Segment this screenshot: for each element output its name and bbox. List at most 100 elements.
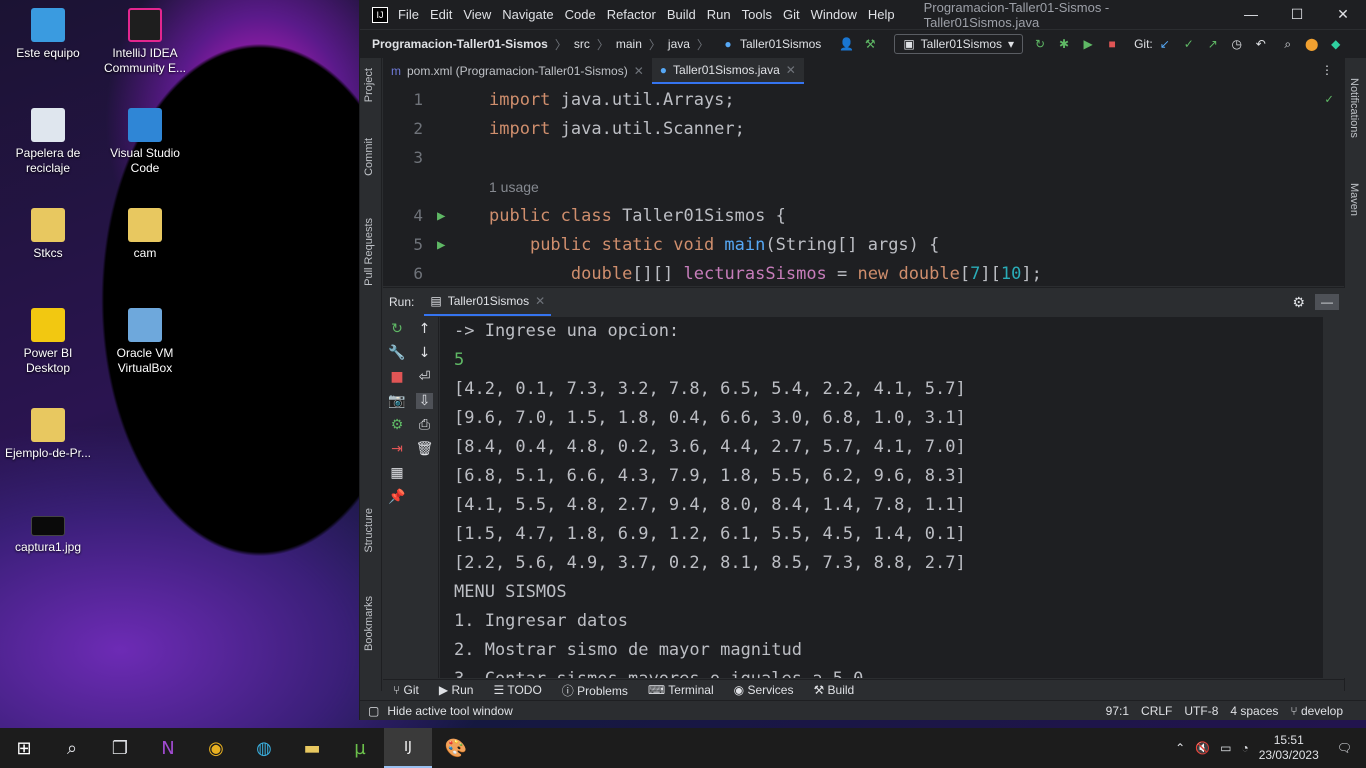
breadcrumb-src[interactable]: src [574, 37, 590, 51]
desktop-icon-intellij[interactable]: IntelliJ IDEA Community E... [97, 8, 193, 76]
code-line[interactable]: import java.util.Scanner; [489, 119, 745, 139]
paint-icon[interactable]: 🎨 [432, 728, 480, 768]
tool-tab-todo[interactable]: ☰ TODO [493, 683, 541, 697]
menu-file[interactable]: File [398, 7, 419, 22]
coverage-icon[interactable]: ▶ [1081, 37, 1095, 51]
user-icon[interactable]: 👤 [839, 37, 854, 51]
desktop-icon-este-equipo[interactable]: Este equipo [0, 8, 96, 61]
menu-git[interactable]: Git [783, 7, 800, 22]
git-commit-icon[interactable]: ✓ [1182, 37, 1196, 51]
ide-logo-icon[interactable]: ◆ [1329, 37, 1343, 51]
soft-wrap-icon[interactable]: ⏎ [419, 369, 431, 385]
code-line[interactable]: public class Taller01Sismos { [489, 206, 786, 226]
usage-hint[interactable]: 1 usage [489, 179, 539, 195]
menu-help[interactable]: Help [868, 7, 895, 22]
git-update-icon[interactable]: ↙ [1158, 37, 1172, 51]
menu-tools[interactable]: Tools [742, 7, 772, 22]
breadcrumb-project[interactable]: Programacion-Taller01-Sismos [372, 37, 548, 51]
clock[interactable]: 15:51 23/03/2023 [1259, 733, 1319, 763]
tool-tab-terminal[interactable]: ⌨ Terminal [648, 683, 714, 697]
wifi-icon[interactable]: ◔ [1241, 741, 1248, 755]
hide-tool-window-icon[interactable]: ▢ [368, 704, 379, 718]
menu-code[interactable]: Code [565, 7, 596, 22]
notifications-icon[interactable]: 🗨 [1337, 741, 1352, 755]
search-icon[interactable]: ⌕ [1281, 37, 1295, 51]
desktop-icon-stkcs[interactable]: Stkcs [0, 208, 96, 261]
run-configuration-select[interactable]: ▣ Taller01Sismos ▾ [894, 34, 1024, 54]
wrench-icon[interactable]: 🔧 [388, 345, 405, 361]
arrow-down-icon[interactable]: ↓ [419, 345, 431, 361]
settings-run-icon[interactable]: ⚙ [391, 417, 404, 433]
history-icon[interactable]: ◷ [1230, 37, 1244, 51]
tool-bookmarks[interactable]: Bookmarks [363, 596, 375, 651]
breadcrumb-main[interactable]: main [616, 37, 642, 51]
maximize-button[interactable]: ☐ [1274, 6, 1320, 23]
intellij-taskbar-icon[interactable]: IJ [384, 728, 432, 768]
menu-build[interactable]: Build [667, 7, 696, 22]
tool-tab-services[interactable]: ◉ Services [734, 683, 794, 697]
tool-pull-requests[interactable]: Pull Requests [363, 218, 375, 286]
desktop-icon-powerbi[interactable]: Power BI Desktop [0, 308, 96, 376]
debug-icon[interactable]: ✱ [1057, 37, 1071, 51]
tool-project[interactable]: Project [363, 68, 375, 102]
desktop-icon-captura[interactable]: captura1.jpg [0, 508, 96, 555]
task-view-icon[interactable]: ❐ [96, 728, 144, 768]
breadcrumb-java[interactable]: java [668, 37, 690, 51]
console-output[interactable]: -> Ingrese una opcion: 5 [4.2, 0.1, 7.3,… [440, 317, 1323, 678]
tool-maven[interactable]: Maven [1348, 183, 1360, 216]
chevron-up-icon[interactable]: ⌃ [1175, 741, 1185, 755]
layout-icon[interactable]: ▦ [390, 465, 403, 481]
tool-structure[interactable]: Structure [363, 508, 375, 553]
stop-icon[interactable]: ■ [390, 369, 403, 385]
close-tab-icon[interactable]: ✕ [634, 64, 644, 78]
desktop-icon-virtualbox[interactable]: Oracle VM VirtualBox [97, 308, 193, 376]
desktop-icon-recycle-bin[interactable]: Papelera de reciclaje [0, 108, 96, 176]
menu-window[interactable]: Window [811, 7, 857, 22]
chrome-icon[interactable]: ◉ [192, 728, 240, 768]
code-line[interactable]: double[][] lecturasSismos = new double[7… [489, 264, 1042, 284]
start-button[interactable]: ⊞ [0, 728, 48, 768]
hammer-icon[interactable]: ⚒ [863, 37, 877, 51]
tab-taller01sismos-java[interactable]: ● Taller01Sismos.java ✕ [651, 58, 804, 84]
indent-setting[interactable]: 4 spaces [1230, 704, 1278, 718]
file-encoding[interactable]: UTF-8 [1184, 704, 1218, 718]
close-tab-icon[interactable]: ✕ [786, 63, 796, 77]
rerun-icon[interactable]: ↻ [1033, 37, 1047, 51]
file-explorer-icon[interactable]: ▬ [288, 728, 336, 768]
menu-view[interactable]: View [463, 7, 491, 22]
trash-icon[interactable]: 🗑 [416, 441, 434, 457]
breadcrumb-class[interactable]: Taller01Sismos [740, 37, 821, 51]
run-gutter-icon[interactable]: ▶ [437, 237, 445, 253]
print-icon[interactable]: ⎙ [419, 417, 430, 433]
menu-run[interactable]: Run [707, 7, 731, 22]
arrow-up-icon[interactable]: ↑ [419, 321, 431, 337]
onenote-icon[interactable]: N [144, 728, 192, 768]
intellij-logo-icon[interactable]: IJ [372, 6, 388, 23]
code-line[interactable]: import java.util.Arrays; [489, 90, 735, 110]
pin-icon[interactable]: 📌 [388, 489, 405, 505]
menu-navigate[interactable]: Navigate [502, 7, 553, 22]
inspection-ok-icon[interactable]: ✓ [1325, 92, 1333, 107]
tool-tab-problems[interactable]: ⓘ Problems [562, 682, 628, 699]
scroll-to-end-icon[interactable]: ⇩ [415, 393, 434, 409]
rollback-icon[interactable]: ↶ [1254, 37, 1268, 51]
desktop-icon-cam[interactable]: cam [97, 208, 193, 261]
code-line[interactable]: public static void main(String[] args) { [489, 235, 939, 255]
close-button[interactable]: ✕ [1320, 6, 1366, 23]
code-editor[interactable]: 1 import java.util.Arrays; ✓ 2 import java.… [383, 85, 1345, 286]
volume-icon[interactable]: 🔇 [1195, 741, 1210, 755]
camera-icon[interactable]: 📷 [388, 393, 405, 409]
tab-pom-xml[interactable]: m pom.xml (Programacion-Taller01-Sismos) ✕ [383, 58, 652, 84]
tool-tab-build[interactable]: ⚒ Build [813, 683, 854, 697]
stop-icon[interactable]: ■ [1105, 37, 1119, 51]
update-icon[interactable]: ⬤ [1305, 37, 1319, 51]
tool-notifications[interactable]: Notifications [1348, 78, 1360, 138]
rerun-icon[interactable]: ↻ [391, 321, 403, 337]
caret-position[interactable]: 97:1 [1106, 704, 1129, 718]
more-options-icon[interactable]: ⋮ [1309, 58, 1345, 84]
tool-tab-run[interactable]: ▶ Run [439, 683, 474, 697]
battery-icon[interactable]: ▭ [1220, 741, 1231, 755]
run-gutter-icon[interactable]: ▶ [437, 208, 445, 224]
line-separator[interactable]: CRLF [1141, 704, 1172, 718]
edge-icon[interactable]: ◍ [240, 728, 288, 768]
